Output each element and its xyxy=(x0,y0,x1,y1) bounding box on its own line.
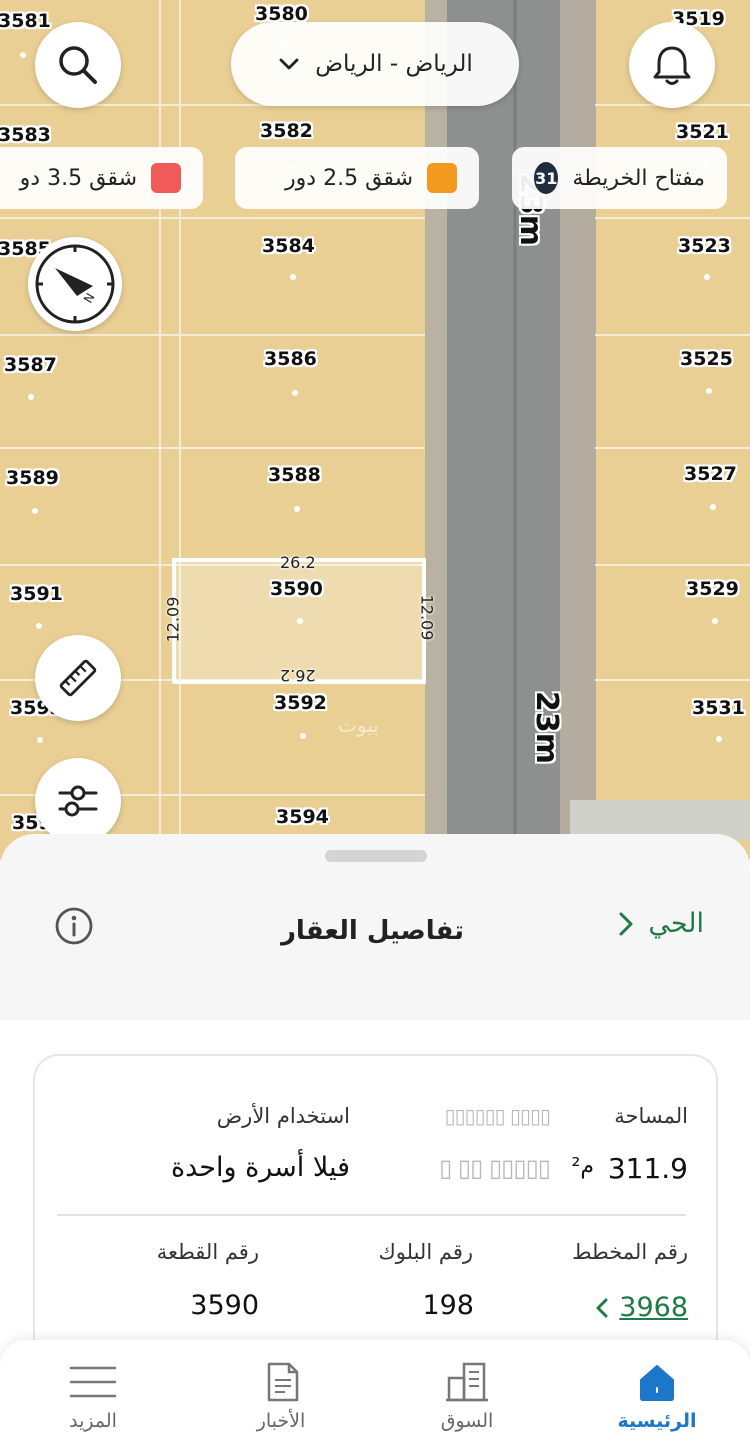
legend-chip-label: شقق 2.5 دور xyxy=(285,165,413,191)
bell-icon xyxy=(653,46,691,85)
area-label: المساحة xyxy=(614,1104,688,1128)
area-unit: م² xyxy=(571,1154,594,1179)
parcel-label: 3529 xyxy=(686,578,739,600)
parcel-dot xyxy=(712,618,718,624)
parcel-dot xyxy=(710,504,716,510)
redacted-label: ▯▯▯▯ ▯▯▯▯▯▯ xyxy=(444,1104,551,1128)
dimension-right: 12.09 xyxy=(417,594,437,641)
search-icon xyxy=(59,46,97,84)
property-details-card: المساحة 311.9 م² ▯▯▯▯ ▯▯▯▯▯▯ ▯▯▯▯▯ ▯▯ ▯ … xyxy=(33,1054,718,1384)
chevron-left-icon xyxy=(596,1298,608,1317)
legend-swatch xyxy=(427,163,457,193)
dimension-left: 12.09 xyxy=(163,596,183,643)
parcel-dot xyxy=(32,508,38,514)
sheet-header xyxy=(0,874,750,1024)
legend-chip-apartments-2-5[interactable]: شقق 2.5 دور xyxy=(235,147,479,209)
neighborhood-link-label: الحي xyxy=(648,908,704,939)
redacted-value: ▯▯▯▯▯ ▯▯ ▯ xyxy=(439,1154,551,1182)
land-use-value: فيلا أسرة واحدة xyxy=(170,1152,350,1183)
city-selector[interactable]: الرياض - الرياض xyxy=(231,22,519,106)
parcel-dot xyxy=(716,736,722,742)
map-key-count-badge: 31 xyxy=(534,162,559,194)
parcel-label: 3589 xyxy=(6,467,59,489)
watermark: بيوت xyxy=(338,713,379,737)
filter-button[interactable] xyxy=(35,758,121,844)
legend-chip-apartments-3-5[interactable]: شقق 3.5 دو xyxy=(0,147,203,209)
parcel-dot xyxy=(294,506,300,512)
home-icon xyxy=(640,1365,674,1401)
parcel-label: 3523 xyxy=(678,235,731,257)
selected-parcel-label: 3590 xyxy=(270,578,323,600)
nav-news-label: الأخبار xyxy=(256,1410,306,1432)
sliders-icon xyxy=(58,785,98,817)
buildings-icon xyxy=(446,1362,488,1402)
nav-more[interactable]: المزيد xyxy=(28,1360,158,1446)
compass-button[interactable]: N xyxy=(28,237,122,331)
parcel-label: 3531 xyxy=(692,697,745,719)
bottom-navigation: الرئيسية السوق الأخبار المزيد xyxy=(0,1340,750,1450)
sheet-title: تفاصيل العقار xyxy=(280,916,464,946)
plot-number-value: 3590 xyxy=(190,1290,259,1321)
parcel-label: 3591 xyxy=(10,583,63,605)
measure-button[interactable] xyxy=(35,635,121,721)
parcel-label: 3525 xyxy=(680,348,733,370)
block-number-value: 198 xyxy=(422,1290,474,1321)
parcel-dot xyxy=(300,733,306,739)
parcel-label: 3594 xyxy=(276,806,329,828)
ruler-icon xyxy=(59,659,97,697)
plot-number-label: رقم القطعة xyxy=(156,1240,259,1264)
parcel-label: 3581 xyxy=(0,10,51,32)
compass-icon: N xyxy=(35,244,115,324)
block-number-label: رقم البلوك xyxy=(378,1240,473,1264)
plan-number-link[interactable]: 3968 xyxy=(595,1292,688,1323)
area-value: 311.9 xyxy=(607,1152,688,1185)
nav-more-label: المزيد xyxy=(69,1410,117,1432)
parcel-dot xyxy=(37,737,43,743)
legend-swatch xyxy=(151,163,181,193)
dimension-bottom: 26.2 xyxy=(280,666,316,685)
parcel-dot xyxy=(297,618,303,624)
chevron-down-icon xyxy=(279,58,299,70)
parcel-label: 3586 xyxy=(264,348,317,370)
parcel-dot xyxy=(704,274,710,280)
map-key-label: مفتاح الخريطة xyxy=(572,165,705,191)
parcel-label: 3592 xyxy=(274,692,327,714)
menu-icon xyxy=(69,1366,117,1398)
city-selector-label: الرياض - الرياض xyxy=(315,51,473,77)
plan-number-label: رقم المخطط xyxy=(572,1240,688,1264)
notifications-button[interactable] xyxy=(629,22,715,108)
parcel-dot xyxy=(706,388,712,394)
parcel-dot xyxy=(36,623,42,629)
nav-market[interactable]: السوق xyxy=(402,1360,532,1446)
plan-number-value: 3968 xyxy=(619,1292,688,1323)
parcel-label: 3527 xyxy=(684,463,737,485)
info-icon[interactable] xyxy=(54,906,94,946)
dimension-top: 26.2 xyxy=(280,553,316,572)
sheet-drag-handle[interactable] xyxy=(325,850,427,862)
parcel-dot xyxy=(20,52,26,58)
street-width-label: 23m xyxy=(529,690,565,765)
parcel-label: 3588 xyxy=(268,464,321,486)
nav-home[interactable]: الرئيسية xyxy=(592,1360,722,1446)
parcel-label: 3583 xyxy=(0,124,51,146)
parcel-label: 3587 xyxy=(4,354,57,376)
parcel-dot xyxy=(28,394,34,400)
news-icon xyxy=(267,1362,299,1402)
map-view[interactable]: 3581 3583 3585 3587 3589 3591 3593 3595 … xyxy=(0,0,750,860)
card-divider xyxy=(57,1214,686,1216)
parcel-dot xyxy=(292,390,298,396)
search-button[interactable] xyxy=(35,22,121,108)
parcel-label: 3582 xyxy=(260,120,313,142)
nav-news[interactable]: الأخبار xyxy=(216,1360,346,1446)
nav-home-label: الرئيسية xyxy=(617,1410,697,1432)
legend-chip-label: شقق 3.5 دو xyxy=(19,165,137,191)
parcel-dot xyxy=(290,274,296,280)
neighborhood-link[interactable]: الحي xyxy=(618,908,704,939)
map-key-button[interactable]: مفتاح الخريطة 31 xyxy=(512,147,727,209)
parcel-label: 3584 xyxy=(262,235,315,257)
nav-market-label: السوق xyxy=(440,1410,494,1432)
parcel-label: 3521 xyxy=(676,121,729,143)
chevron-right-icon xyxy=(619,912,633,935)
land-use-label: استخدام الأرض xyxy=(216,1104,350,1128)
